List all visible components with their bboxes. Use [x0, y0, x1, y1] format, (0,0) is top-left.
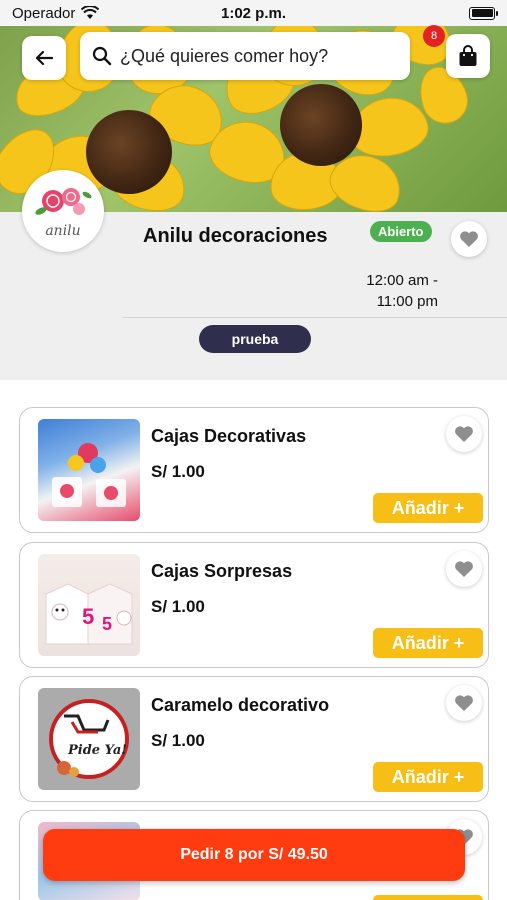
heart-icon: [460, 231, 478, 247]
status-bar: Operador 1:02 p.m.: [0, 0, 507, 26]
heart-icon: [455, 426, 473, 442]
svg-text:5: 5: [82, 604, 94, 629]
place-order-button[interactable]: Pedir 8 por S/ 49.50: [43, 829, 465, 881]
store-logo: anilu: [22, 170, 104, 252]
product-name: Caramelo decorativo: [151, 695, 330, 715]
cart-button[interactable]: [446, 34, 490, 78]
product-name: Cajas Sorpresas: [151, 561, 293, 581]
hours-open: 12:00 am -: [366, 272, 438, 289]
wifi-icon: [81, 6, 100, 19]
cart-count-badge: 8: [423, 25, 445, 47]
add-to-cart-button[interactable]: Añadir +: [373, 762, 483, 792]
product-card[interactable]: 5 5 Cajas Sorpresas S/ 1.00 Añadir +: [19, 542, 489, 668]
search-placeholder: ¿Qué quieres comer hoy?: [120, 45, 329, 66]
back-button[interactable]: [22, 36, 66, 80]
favorite-product-button[interactable]: [446, 685, 482, 721]
status-left: Operador: [12, 4, 100, 22]
product-price: S/ 1.00: [151, 462, 205, 481]
arrow-left-icon: [35, 50, 53, 66]
add-to-cart-button[interactable]: [373, 895, 483, 900]
product-name: Cajas Decorativas: [151, 426, 307, 446]
favorite-product-button[interactable]: [446, 416, 482, 452]
product-image: Pide Ya!: [38, 688, 140, 790]
add-to-cart-button[interactable]: Añadir +: [373, 493, 483, 523]
rose-logo-icon: [35, 188, 92, 215]
store-name: Anilu decoraciones: [143, 225, 328, 247]
battery-icon: [469, 6, 498, 20]
svg-text:5: 5: [102, 614, 112, 634]
product-card[interactable]: Pide Ya! Caramelo decorativo S/ 1.00 Aña…: [19, 676, 489, 802]
thumb-brand-text: Pide Ya!: [67, 743, 127, 758]
carrier-label: Operador: [12, 4, 76, 22]
add-to-cart-button[interactable]: Añadir +: [373, 628, 483, 658]
favorite-store-button[interactable]: [451, 221, 487, 257]
store-hours: 12:00 am - 11:00 pm: [366, 270, 438, 312]
open-status-badge: Abierto: [370, 221, 432, 242]
product-image: [38, 419, 140, 521]
logo-text: anilu: [45, 223, 81, 239]
search-input[interactable]: ¿Qué quieres comer hoy?: [80, 32, 410, 80]
clock: 1:02 p.m.: [220, 4, 287, 22]
heart-icon: [455, 561, 473, 577]
favorite-product-button[interactable]: [446, 551, 482, 587]
divider: [123, 317, 507, 318]
product-price: S/ 1.00: [151, 597, 205, 616]
product-image: 5 5: [38, 554, 140, 656]
hours-close: 11:00 pm: [376, 293, 438, 310]
shopping-bag-icon: [459, 45, 477, 66]
product-price: S/ 1.00: [151, 731, 205, 750]
category-tag[interactable]: prueba: [199, 325, 311, 353]
search-icon: [92, 46, 112, 66]
heart-icon: [455, 695, 473, 711]
product-card[interactable]: Cajas Decorativas S/ 1.00 Añadir +: [19, 407, 489, 533]
